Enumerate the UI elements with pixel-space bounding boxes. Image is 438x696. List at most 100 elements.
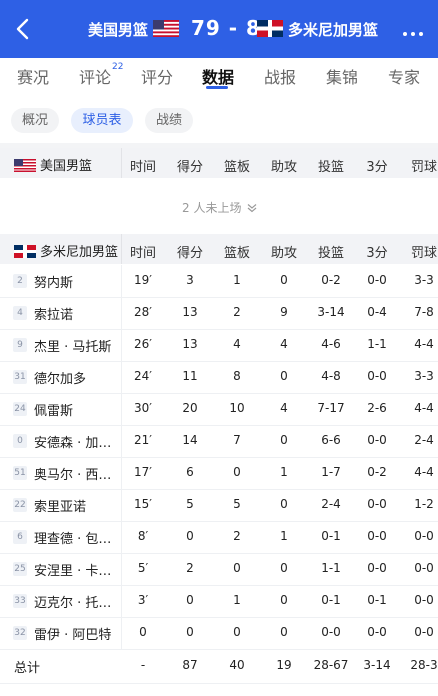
player-name[interactable]: 努内斯 — [34, 272, 116, 291]
player-name[interactable]: 佩雷斯 — [34, 400, 116, 419]
col-ft: 罚球 — [410, 246, 437, 261]
stat-points: 0 — [186, 529, 194, 543]
stat-ft: 0-0 — [414, 529, 434, 543]
back-arrow-icon[interactable] — [12, 14, 36, 44]
stat-minutes: 21′ — [134, 433, 152, 447]
stat-rebounds: 1 — [233, 273, 241, 287]
player-name[interactable]: 迈克尔 · 托… — [34, 592, 116, 611]
jersey-number: 6 — [13, 530, 27, 544]
bench-text: 2 人未上场 — [182, 201, 242, 215]
stat-points: 0 — [186, 593, 194, 607]
active-tab-indicator — [206, 86, 228, 89]
stat-fg: 3-14 — [317, 305, 345, 319]
stat-fg: 0-2 — [321, 273, 341, 287]
table-row[interactable]: 9 杰里 · 马托斯 26′ 13 4 4 4-6 1-1 4-4 — [0, 329, 438, 362]
tab-game[interactable]: 赛况 — [17, 64, 49, 88]
player-name[interactable]: 安涅里 · 卡… — [34, 560, 116, 579]
player-name[interactable]: 索里亚诺 — [34, 496, 116, 515]
bench-expander[interactable]: 2 人未上场 — [0, 178, 438, 234]
subtab-player-stats[interactable]: 球员表 — [71, 108, 133, 133]
player-name[interactable]: 理查德 · 包… — [34, 528, 116, 547]
stat-rebounds: 1 — [233, 593, 241, 607]
stat-fg: 0-0 — [321, 625, 341, 639]
home-team-header-row: 美国男篮 时间 得分 篮板 助攻 投篮 3分 罚球 — [0, 148, 438, 178]
stat-ft: 0-0 — [414, 561, 434, 575]
stat-3pt: 0-1 — [367, 593, 387, 607]
stat-fg: 7-17 — [317, 401, 345, 415]
bench-not-played-label: 2 人未上场 — [182, 199, 257, 216]
stat-ft: 3-3 — [414, 369, 434, 383]
col-assists: 助攻 — [270, 246, 297, 261]
tab-comments[interactable]: 评论22 — [79, 62, 123, 88]
stat-fg: 2-4 — [321, 497, 341, 511]
table-row[interactable]: 24 佩雷斯 30′ 20 10 4 7-17 2-6 4-4 — [0, 393, 438, 426]
team-label: 多米尼加男篮 — [40, 245, 119, 260]
double-chevron-down-icon — [247, 204, 257, 213]
player-name[interactable]: 杰里 · 马托斯 — [34, 336, 116, 355]
stat-ft: 1-2 — [414, 497, 434, 511]
table-row[interactable]: 0 安德森 · 加… 21′ 14 7 0 6-6 0-0 2-4 — [0, 425, 438, 458]
total-label: 总计 — [14, 661, 41, 676]
stat-assists: 0 — [280, 433, 288, 447]
player-name[interactable]: 德尔加多 — [34, 368, 116, 387]
stat-points: 2 — [186, 561, 194, 575]
stat-ft: 4-4 — [414, 401, 434, 415]
tab-experts[interactable]: 专家 — [388, 64, 420, 88]
tab-stats[interactable]: 数据 — [202, 64, 234, 88]
col-minutes: 时间 — [129, 160, 156, 175]
table-row[interactable]: 2 努内斯 19′ 3 1 0 0-2 0-0 3-3 — [0, 265, 438, 298]
subtab-overview[interactable]: 概况 — [11, 108, 59, 133]
subtab-record[interactable]: 战绩 — [145, 108, 193, 133]
column-divider — [121, 329, 122, 361]
column-divider — [121, 457, 122, 489]
stat-ft: 7-8 — [414, 305, 434, 319]
column-divider — [121, 617, 122, 649]
player-name[interactable]: 奥马尔 · 西… — [34, 464, 116, 483]
column-divider — [121, 521, 122, 553]
table-row[interactable]: 32 雷伊 · 阿巴特 0 0 0 0 0-0 0-0 0-0 — [0, 617, 438, 650]
tab-label: 评论 — [79, 68, 112, 87]
col-rebounds: 篮板 — [223, 246, 250, 261]
stat-3pt: 0-0 — [367, 625, 387, 639]
col-points: 得分 — [176, 246, 203, 261]
stat-assists: 4 — [280, 401, 288, 415]
total-3pt: 3-14 — [363, 658, 391, 672]
tab-highlights[interactable]: 集锦 — [326, 64, 358, 88]
stat-rebounds: 5 — [233, 497, 241, 511]
column-divider — [121, 234, 122, 264]
table-row[interactable]: 6 理查德 · 包… 8′ 0 2 1 0-1 0-0 0-0 — [0, 521, 438, 554]
stat-rebounds: 0 — [233, 625, 241, 639]
player-name[interactable]: 索拉诺 — [34, 304, 116, 323]
column-divider — [121, 585, 122, 617]
stat-3pt: 0-4 — [367, 305, 387, 319]
total-assists: 19 — [276, 658, 292, 672]
tab-rating[interactable]: 评分 — [141, 64, 173, 88]
table-row[interactable]: 22 索里亚诺 15′ 5 5 0 2-4 0-0 1-2 — [0, 489, 438, 522]
more-options-icon[interactable] — [401, 24, 425, 36]
stat-minutes: 3′ — [137, 593, 149, 607]
table-row[interactable]: 33 迈克尔 · 托… 3′ 0 1 0 0-1 0-1 0-0 — [0, 585, 438, 618]
table-row[interactable]: 31 德尔加多 24′ 11 8 0 4-8 0-0 3-3 — [0, 361, 438, 394]
tab-report[interactable]: 战报 — [264, 64, 296, 88]
table-row[interactable]: 4 索拉诺 28′ 13 2 9 3-14 0-4 7-8 — [0, 297, 438, 330]
stat-fg: 4-6 — [321, 337, 341, 351]
column-divider — [121, 265, 122, 297]
table-row[interactable]: 51 奥马尔 · 西… 17′ 6 0 1 1-7 0-2 4-4 — [0, 457, 438, 490]
column-divider — [121, 297, 122, 329]
player-name[interactable]: 雷伊 · 阿巴特 — [34, 624, 116, 643]
stat-ft: 2-4 — [414, 433, 434, 447]
total-fg: 28-67 — [313, 658, 349, 672]
stat-rebounds: 2 — [233, 305, 241, 319]
total-rebounds: 40 — [229, 658, 245, 672]
team-label: 美国男篮 — [40, 159, 93, 174]
dominican-flag-icon — [257, 20, 283, 37]
player-name[interactable]: 安德森 · 加… — [34, 432, 116, 451]
table-row[interactable]: 25 安涅里 · 卡… 5′ 2 0 0 1-1 0-0 0-0 — [0, 553, 438, 586]
stat-3pt: 0-0 — [367, 529, 387, 543]
stat-minutes: 8′ — [137, 529, 149, 543]
stat-points: 20 — [182, 401, 198, 415]
col-assists: 助攻 — [270, 160, 297, 175]
jersey-number: 4 — [13, 306, 27, 320]
column-divider — [121, 425, 122, 457]
stat-ft: 4-4 — [414, 465, 434, 479]
